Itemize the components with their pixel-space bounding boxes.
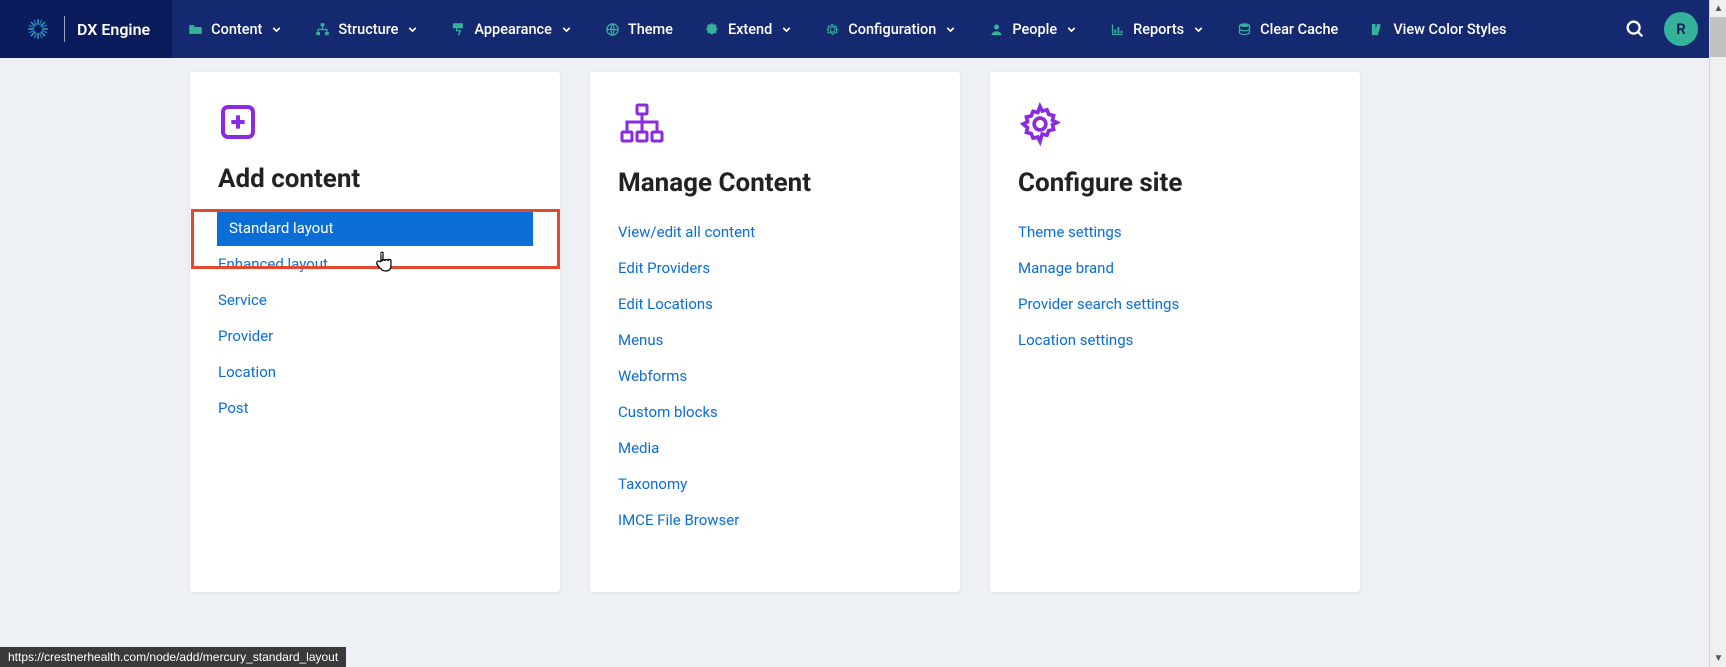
scrollbar[interactable]: ▲ ▼ xyxy=(1709,0,1726,667)
chevron-down-icon xyxy=(560,23,573,36)
link-manage-brand[interactable]: Manage brand xyxy=(1018,250,1332,286)
nav-item-content[interactable]: Content xyxy=(172,0,299,58)
nav-label: Structure xyxy=(338,21,398,38)
nav-item-configuration[interactable]: Configuration xyxy=(809,0,973,58)
scroll-down-icon[interactable]: ▼ xyxy=(1710,650,1726,667)
scroll-thumb[interactable] xyxy=(1710,17,1726,57)
link-menus[interactable]: Menus xyxy=(618,322,932,358)
link-media[interactable]: Media xyxy=(618,430,932,466)
chevron-down-icon xyxy=(1192,23,1205,36)
nav-label: Clear Cache xyxy=(1260,21,1338,38)
nav-item-reports[interactable]: Reports xyxy=(1094,0,1221,58)
search-icon[interactable] xyxy=(1624,18,1646,40)
main-content: Add content Standard layoutEnhanced layou… xyxy=(0,58,1726,592)
globe-icon xyxy=(605,22,620,37)
nav-item-people[interactable]: People xyxy=(973,0,1094,58)
card-links: Theme settingsManage brandProvider searc… xyxy=(1018,214,1332,358)
brand-logo-icon xyxy=(24,15,52,43)
plus-box-icon xyxy=(218,102,532,146)
primary-nav: Content Structure Appearance Theme Extend Con… xyxy=(172,0,1726,58)
link-post[interactable]: Post xyxy=(218,390,532,426)
gear-icon xyxy=(1018,102,1332,150)
database-icon xyxy=(1237,22,1252,37)
nav-item-appearance[interactable]: Appearance xyxy=(435,0,588,58)
chevron-down-icon xyxy=(406,23,419,36)
nav-label: Reports xyxy=(1133,21,1184,38)
nav-item-clear-cache[interactable]: Clear Cache xyxy=(1221,0,1354,58)
card-manage-content: Manage ContentView/edit all contentEdit … xyxy=(590,72,960,592)
link-location-settings[interactable]: Location settings xyxy=(1018,322,1332,358)
link-standard-layout[interactable]: Standard layout xyxy=(217,210,533,246)
status-url: https://crestnerhealth.com/node/add/merc… xyxy=(8,650,338,664)
link-custom-blocks[interactable]: Custom blocks xyxy=(618,394,932,430)
scroll-up-icon[interactable]: ▲ xyxy=(1710,0,1726,17)
card-title: Configure site xyxy=(1018,168,1332,198)
link-edit-locations[interactable]: Edit Locations xyxy=(618,286,932,322)
brand[interactable]: DX Engine xyxy=(0,0,172,58)
status-bar: https://crestnerhealth.com/node/add/merc… xyxy=(0,647,346,667)
link-taxonomy[interactable]: Taxonomy xyxy=(618,466,932,502)
link-imce-file-browser[interactable]: IMCE File Browser xyxy=(618,502,932,538)
nav-item-view-color-styles[interactable]: View Color Styles xyxy=(1354,0,1522,58)
chart-icon xyxy=(1110,22,1125,37)
brand-name: DX Engine xyxy=(77,20,150,39)
link-provider[interactable]: Provider xyxy=(218,318,532,354)
nav-item-structure[interactable]: Structure xyxy=(299,0,435,58)
nav-label: People xyxy=(1012,21,1057,38)
brand-divider xyxy=(64,16,65,42)
top-navbar: DX Engine Content Structure Appearance Them… xyxy=(0,0,1726,58)
user-icon xyxy=(989,22,1004,37)
nav-label: Theme xyxy=(628,21,673,38)
chevron-down-icon xyxy=(944,23,957,36)
paint-icon xyxy=(451,22,466,37)
sitemap-icon xyxy=(315,22,330,37)
avatar-initial: R xyxy=(1676,20,1686,38)
link-location[interactable]: Location xyxy=(218,354,532,390)
chevron-down-icon xyxy=(270,23,283,36)
swatch-icon xyxy=(1370,22,1385,37)
link-theme-settings[interactable]: Theme settings xyxy=(1018,214,1332,250)
link-view-edit-all-content[interactable]: View/edit all content xyxy=(618,214,932,250)
nav-item-extend[interactable]: Extend xyxy=(689,0,809,58)
card-links: Standard layoutEnhanced layoutServicePro… xyxy=(218,210,532,426)
link-webforms[interactable]: Webforms xyxy=(618,358,932,394)
card-add-content: Add content Standard layoutEnhanced layou… xyxy=(190,72,560,592)
link-provider-search-settings[interactable]: Provider search settings xyxy=(1018,286,1332,322)
nav-label: Configuration xyxy=(848,21,936,38)
card-configure-site: Configure site Theme settingsManage brand… xyxy=(990,72,1360,592)
card-title: Manage Content xyxy=(618,168,932,198)
nav-label: Appearance xyxy=(474,21,551,38)
nav-label: Content xyxy=(211,21,262,38)
puzzle-icon xyxy=(705,22,720,37)
chevron-down-icon xyxy=(780,23,793,36)
chevron-down-icon xyxy=(1065,23,1078,36)
avatar[interactable]: R xyxy=(1664,12,1698,46)
nav-item-theme[interactable]: Theme xyxy=(589,0,689,58)
link-enhanced-layout[interactable]: Enhanced layout xyxy=(218,246,532,282)
card-title: Add content xyxy=(218,164,532,194)
card-links: View/edit all contentEdit ProvidersEdit … xyxy=(618,214,932,538)
gear-icon xyxy=(825,22,840,37)
link-service[interactable]: Service xyxy=(218,282,532,318)
link-edit-providers[interactable]: Edit Providers xyxy=(618,250,932,286)
nav-label: Extend xyxy=(728,21,772,38)
nav-label: View Color Styles xyxy=(1393,21,1506,38)
folder-icon xyxy=(188,22,203,37)
hierarchy-icon xyxy=(618,102,932,150)
